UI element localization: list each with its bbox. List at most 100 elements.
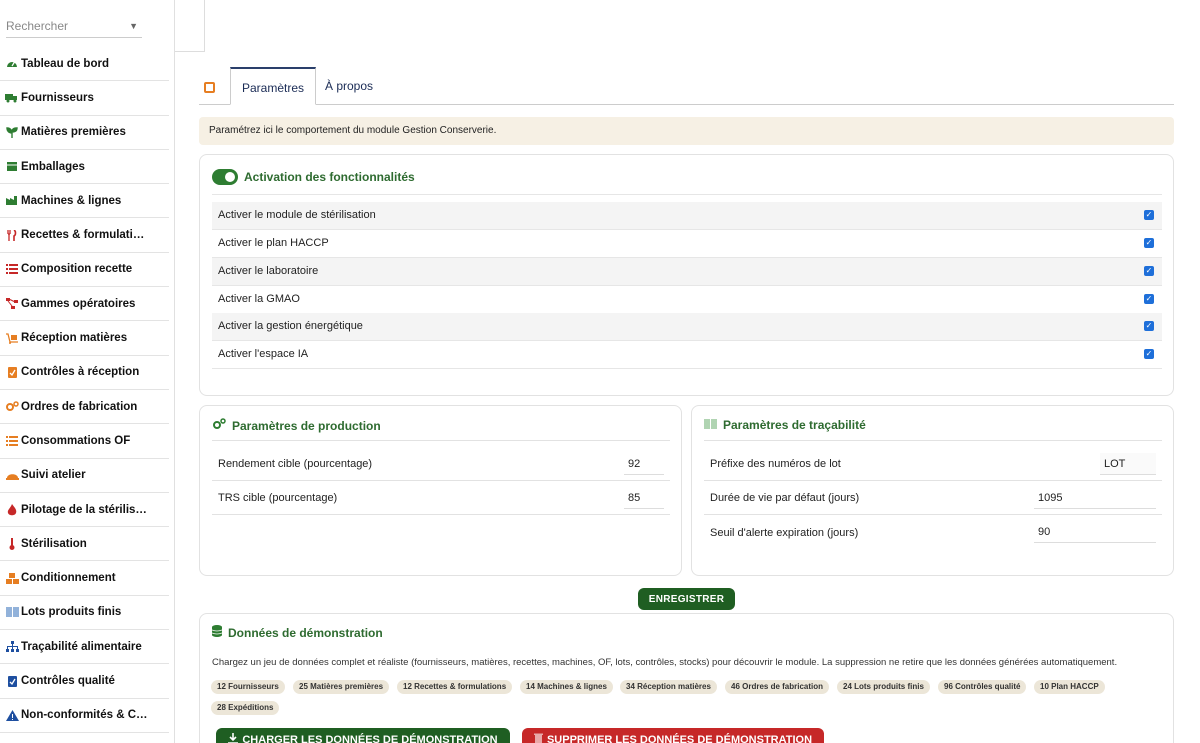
sidebar-item-conditionnement[interactable]: Conditionnement <box>0 561 169 596</box>
feature-label: Activer la gestion énergétique <box>218 320 363 333</box>
sidebar-item-suivi-atelier[interactable]: Suivi atelier <box>0 459 169 493</box>
expiry-alert-input[interactable]: 90 <box>1034 521 1156 543</box>
param-label: TRS cible (pourcentage) <box>218 492 338 504</box>
feature-row: Activer le module de stérilisation ✓ <box>212 202 1162 230</box>
features-title-text: Activation des fonctionnalités <box>244 170 415 184</box>
param-label: Préfixe des numéros de lot <box>710 458 841 470</box>
feature-checkbox[interactable]: ✓ <box>1144 210 1154 220</box>
rendement-input[interactable]: 92 <box>624 453 664 475</box>
search-placeholder: Rechercher <box>6 19 69 33</box>
traceability-card: Paramètres de traçabilité Préfixe des nu… <box>691 405 1174 576</box>
production-title-text: Paramètres de production <box>232 418 381 433</box>
sidebar-item-controles-reception[interactable]: Contrôles à réception <box>0 356 169 390</box>
features-card: Activation des fonctionnalités Activer l… <box>199 154 1174 396</box>
clipboard-check-icon <box>5 366 19 379</box>
sidebar-item-fournisseurs[interactable]: Fournisseurs <box>0 81 169 116</box>
demo-chip: 25 Matières premières <box>293 680 390 694</box>
shelf-life-input[interactable]: 1095 <box>1034 487 1156 509</box>
traceability-title-text: Paramètres de traçabilité <box>723 418 866 432</box>
barcode-icon <box>704 418 717 432</box>
tab-parametres[interactable]: Paramètres <box>230 67 317 105</box>
demo-chip: 12 Recettes & formulations <box>397 680 513 694</box>
trash-icon <box>533 733 543 743</box>
sidebar: Rechercher ▼ Tableau de bord Fournisseur… <box>0 0 175 743</box>
demo-chip: 96 Contrôles qualité <box>938 680 1027 694</box>
demo-chip: 12 Fournisseurs <box>211 680 285 694</box>
feature-row: Activer le laboratoire ✓ <box>212 258 1162 286</box>
feature-row: Activer la GMAO ✓ <box>212 286 1162 314</box>
demo-chip: 10 Plan HACCP <box>1034 680 1105 694</box>
feature-row: Activer l'espace IA ✓ <box>212 341 1162 369</box>
sidebar-item-label: Pilotage de la stérilis… <box>21 503 147 516</box>
tab-a-propos[interactable]: À propos <box>314 67 384 105</box>
sidebar-item-label: Contrôles à réception <box>21 366 140 379</box>
sidebar-item-label: Consommations OF <box>21 434 131 447</box>
sidebar-item-controles-qualite[interactable]: Contrôles qualité <box>0 664 169 699</box>
sitemap-icon <box>5 641 19 653</box>
cogs-icon <box>212 418 226 433</box>
feature-checkbox[interactable]: ✓ <box>1144 238 1154 248</box>
features-toggle[interactable] <box>212 169 238 185</box>
param-row: Rendement cible (pourcentage) <box>212 448 670 481</box>
lot-prefix-input[interactable]: LOT <box>1100 453 1156 475</box>
industry-icon <box>5 195 19 207</box>
gauge-icon <box>5 58 19 70</box>
feature-label: Activer le plan HACCP <box>218 237 329 250</box>
divider <box>212 194 1162 195</box>
fire-icon <box>5 503 19 516</box>
production-card: Paramètres de production Rendement cible… <box>199 405 682 576</box>
sidebar-item-label: Composition recette <box>21 263 133 276</box>
sidebar-item-recettes[interactable]: Recettes & formulati… <box>0 218 169 253</box>
module-icon <box>204 82 215 93</box>
sidebar-item-label: Traçabilité alimentaire <box>21 640 142 653</box>
sidebar-item-composition-recette[interactable]: Composition recette <box>0 253 169 288</box>
sidebar-item-lots-produits-finis[interactable]: Lots produits finis <box>0 596 169 631</box>
sidebar-item-label: Fournisseurs <box>21 91 94 104</box>
search-select[interactable]: Rechercher ▼ <box>6 14 142 38</box>
sidebar-item-label: Machines & lignes <box>21 194 122 207</box>
sidebar-item-sterilisation[interactable]: Stérilisation <box>0 527 169 562</box>
info-banner: Paramétrez ici le comportement du module… <box>199 117 1174 145</box>
trs-input[interactable]: 85 <box>624 487 664 509</box>
sidebar-item-reception-matieres[interactable]: Réception matières <box>0 321 169 356</box>
dolly-icon <box>5 332 19 344</box>
sidebar-item-gammes-operatoires[interactable]: Gammes opératoires <box>0 287 169 322</box>
param-row: Préfixe des numéros de lot <box>704 448 1162 481</box>
sidebar-item-label: Conditionnement <box>21 572 116 585</box>
sidebar-item-ordres-fabrication[interactable]: Ordres de fabrication <box>0 390 169 425</box>
chevron-down-icon[interactable]: ▼ <box>129 14 138 38</box>
feature-checkbox[interactable]: ✓ <box>1144 321 1154 331</box>
cogs-icon <box>5 401 19 413</box>
box-icon <box>5 161 19 173</box>
save-button[interactable]: ENREGISTRER <box>638 588 735 610</box>
utensils-icon <box>5 229 19 241</box>
param-label: Seuil d'alerte expiration (jours) <box>710 526 859 539</box>
sidebar-item-label: Non-conformités & C… <box>21 709 148 722</box>
barcode-icon <box>5 606 19 618</box>
feature-checkbox[interactable]: ✓ <box>1144 349 1154 359</box>
header-corner <box>175 0 205 52</box>
sidebar-item-consommations-of[interactable]: Consommations OF <box>0 424 169 459</box>
sidebar-item-label: Emballages <box>21 160 85 173</box>
clipboard-check-icon <box>5 675 19 687</box>
load-demo-button[interactable]: CHARGER LES DONNÉES DE DÉMONSTRATION <box>216 728 510 743</box>
seedling-icon <box>5 126 19 138</box>
traceability-card-title: Paramètres de traçabilité <box>704 418 866 432</box>
delete-demo-button[interactable]: SUPPRIMER LES DONNÉES DE DÉMONSTRATION <box>522 728 824 743</box>
sidebar-item-tracabilite[interactable]: Traçabilité alimentaire <box>0 630 169 665</box>
param-label: Durée de vie par défaut (jours) <box>710 492 860 504</box>
feature-checkbox[interactable]: ✓ <box>1144 266 1154 276</box>
sidebar-item-machines-lignes[interactable]: Machines & lignes <box>0 184 169 219</box>
sidebar-item-emballages[interactable]: Emballages <box>0 150 169 185</box>
production-card-title: Paramètres de production <box>212 418 381 433</box>
list-icon <box>5 435 19 447</box>
sidebar-item-tableau-de-bord[interactable]: Tableau de bord <box>0 47 169 82</box>
sidebar-item-matieres-premieres[interactable]: Matières premières <box>0 116 169 150</box>
demo-chip: 34 Réception matières <box>620 680 717 694</box>
divider <box>212 440 670 441</box>
sidebar-item-pilotage-sterilisation[interactable]: Pilotage de la stérilis… <box>0 493 169 528</box>
sidebar-item-non-conformites[interactable]: Non-conformités & C… <box>0 699 169 733</box>
param-row: TRS cible (pourcentage) <box>212 482 670 515</box>
sidebar-nav: Tableau de bord Fournisseurs Matières pr… <box>0 47 169 733</box>
feature-checkbox[interactable]: ✓ <box>1144 294 1154 304</box>
